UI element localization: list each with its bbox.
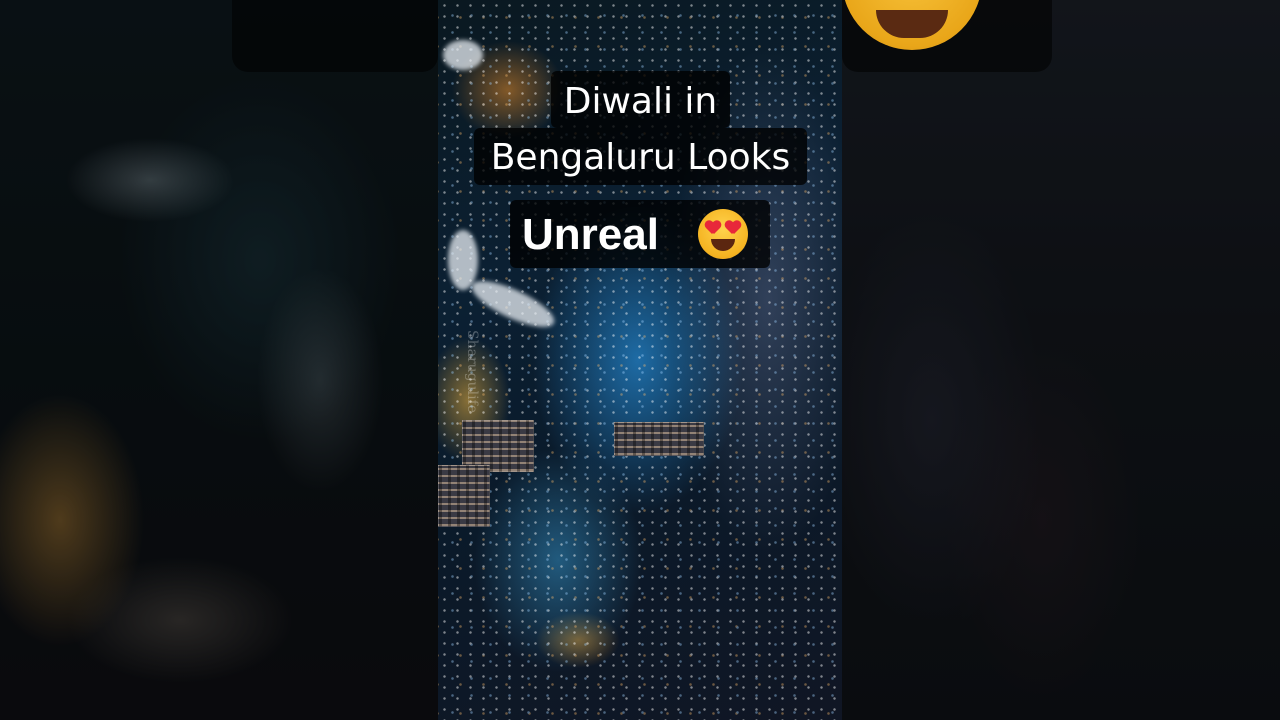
caption-line-3: Unreal	[522, 210, 659, 259]
heart-eye-right-icon	[725, 221, 741, 235]
blurred-caption-left	[232, 0, 438, 72]
cloud	[443, 40, 483, 70]
video-frame: Sharugulife Diwali in Bengaluru Looks Un…	[0, 0, 1280, 720]
heart-eyes-emoji-icon	[698, 209, 748, 259]
cloud	[448, 230, 478, 290]
caption-line-1: Diwali in	[551, 71, 730, 128]
blurred-background-right	[842, 0, 1280, 720]
caption-line-2: Bengaluru Looks	[474, 128, 807, 185]
building	[614, 422, 704, 456]
smile-mouth	[711, 239, 735, 251]
caption-line-3-box: Unreal	[510, 200, 770, 268]
watermark: Sharugulife	[464, 330, 480, 414]
heart-eye-left-icon	[705, 221, 721, 235]
blurred-background-left	[0, 0, 438, 720]
building	[438, 465, 490, 527]
